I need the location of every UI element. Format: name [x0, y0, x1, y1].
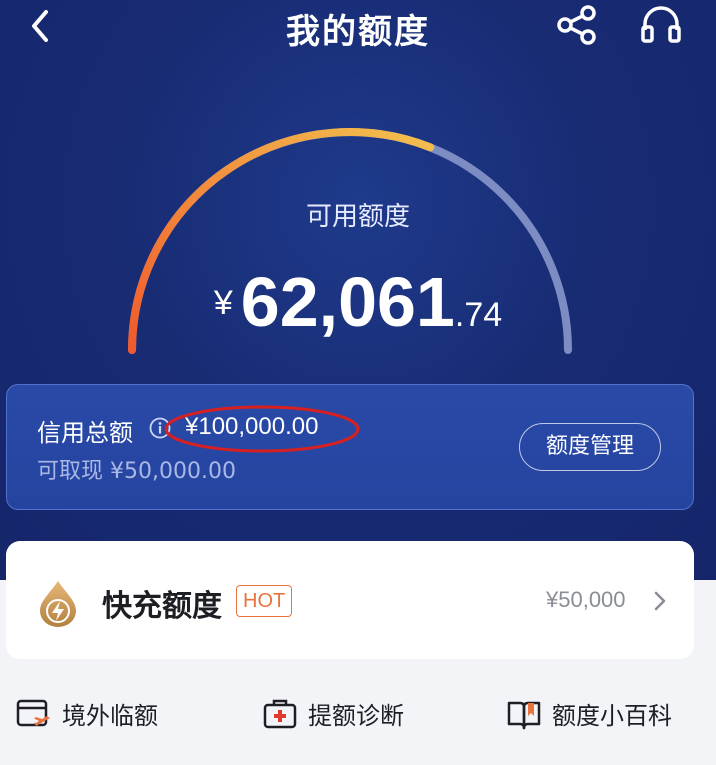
card-plane-icon	[16, 699, 50, 727]
quick-links: 境外临额 提额诊断 额度小百科	[0, 686, 716, 746]
credit-summary-box: 信用总额 ¥100,000.00 可取现 ¥50,000.00 额度管理	[6, 384, 694, 510]
quick-credit-title: 快充额度	[102, 589, 222, 624]
book-icon	[507, 701, 541, 730]
hot-badge: HOT	[236, 585, 293, 617]
credit-wiki-label: 额度小百科	[552, 702, 672, 730]
manage-credit-button[interactable]: 额度管理	[519, 423, 661, 471]
available-credit-label: 可用额度	[305, 202, 410, 232]
cash-limit-amount: ¥50,000.00	[110, 459, 236, 484]
cash-limit: 可取现 ¥50,000.00	[37, 453, 236, 485]
credit-wiki-link[interactable]: 额度小百科	[506, 686, 706, 742]
overseas-credit-link[interactable]: 境外临额	[16, 686, 186, 742]
chevron-right-icon	[654, 591, 666, 611]
amount-decimal: .74	[454, 296, 503, 334]
amount-integer: 62,061	[240, 263, 455, 341]
share-icon	[557, 5, 596, 45]
share-button[interactable]	[555, 4, 601, 46]
credit-diagnosis-label: 提额诊断	[308, 702, 404, 730]
credit-diagnosis-link[interactable]: 提额诊断	[262, 686, 432, 742]
currency-symbol: ¥	[213, 284, 233, 322]
annotation-circle	[164, 405, 360, 453]
cash-limit-label: 可取现	[37, 459, 104, 484]
quick-credit-amount: ¥50,000	[546, 587, 626, 612]
medical-kit-icon	[263, 699, 297, 729]
lightning-bolt-icon	[40, 581, 76, 627]
available-credit-amount: ¥62,061.74	[0, 262, 716, 342]
page-title: 我的额度	[286, 12, 430, 52]
customer-service-button[interactable]	[638, 4, 684, 46]
hero-section: 我的额度 可用额度 ¥ 62,061.74 信用总额 ¥100,000.00 可…	[0, 0, 716, 580]
top-bar: 我的额度	[0, 0, 716, 60]
headset-icon	[641, 6, 681, 43]
total-credit-label: 信用总额	[37, 419, 133, 447]
quick-credit-card[interactable]: 快充额度 HOT ¥50,000	[6, 541, 694, 659]
overseas-credit-label: 境外临额	[62, 702, 158, 730]
